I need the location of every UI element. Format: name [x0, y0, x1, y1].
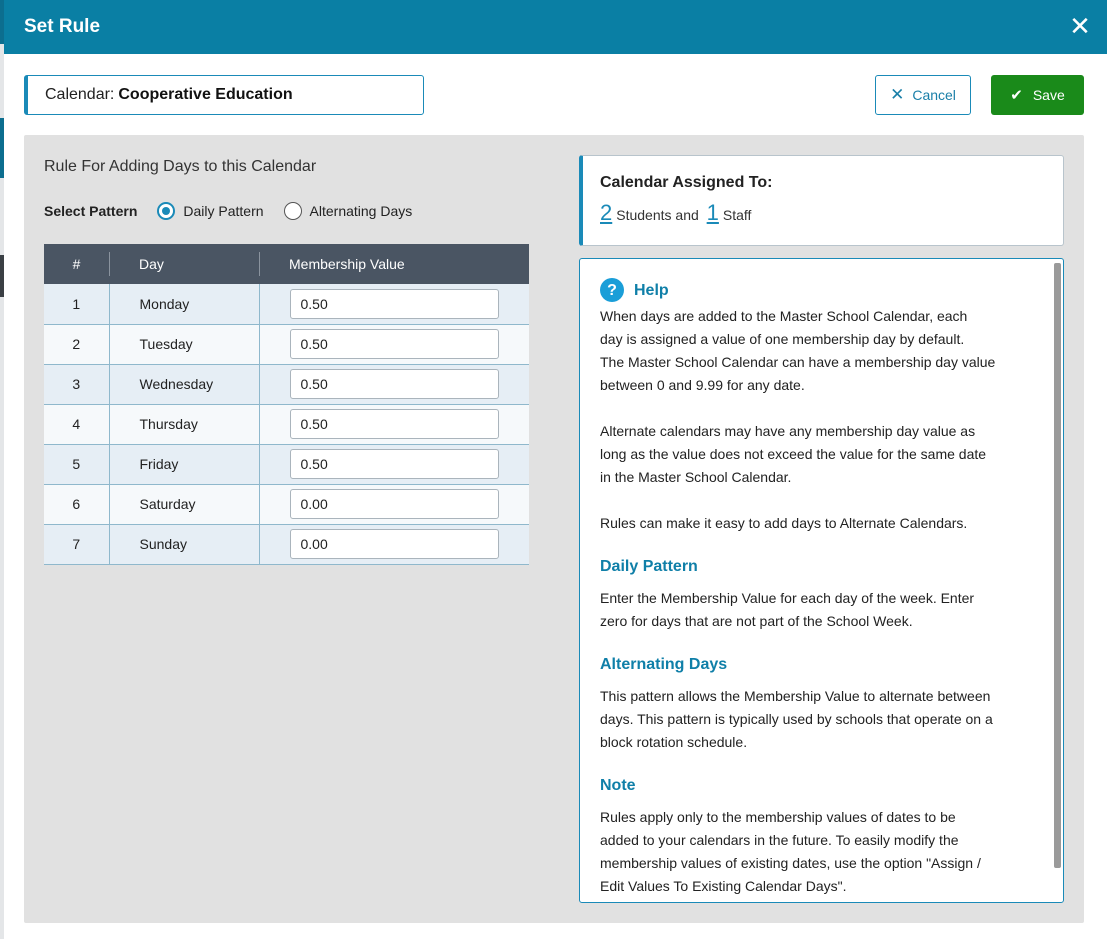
- radio-checked-icon: [157, 202, 176, 220]
- help-alternating-days-heading: Alternating Days: [600, 656, 728, 673]
- membership-value-input[interactable]: [289, 409, 499, 439]
- staff-label: Staff: [722, 207, 752, 223]
- save-button-label: Save: [1032, 87, 1065, 103]
- dialog-title: Set Rule: [24, 16, 101, 37]
- row-day: Saturday: [109, 484, 260, 525]
- help-paragraph: Alternate calendars may have any members…: [600, 423, 987, 485]
- row-value-cell: [259, 444, 529, 485]
- students-label: Students and: [616, 207, 699, 223]
- table-row: 1 Monday: [44, 284, 529, 325]
- row-value-cell: [259, 364, 529, 405]
- row-value-cell: [259, 324, 529, 365]
- close-icon[interactable]: ✕: [1067, 14, 1093, 40]
- close-icon: ✕: [890, 85, 905, 104]
- help-paragraph: When days are added to the Master School…: [600, 308, 996, 393]
- radio-unchecked-icon: [283, 202, 302, 220]
- row-day: Monday: [109, 284, 260, 325]
- row-number: 4: [44, 404, 110, 445]
- row-number: 3: [44, 364, 110, 405]
- cancel-button[interactable]: ✕ Cancel: [875, 75, 971, 115]
- select-pattern-label: Select Pattern: [44, 203, 138, 219]
- help-paragraph: Rules can make it easy to add days to Al…: [600, 515, 968, 531]
- help-paragraph: Enter the Membership Value for each day …: [600, 590, 975, 629]
- calendar-value: Cooperative Education: [118, 86, 293, 103]
- membership-value-input[interactable]: [289, 329, 499, 359]
- help-panel: ? Help When days are added to the Master…: [579, 258, 1064, 903]
- table-row: 2 Tuesday: [44, 324, 529, 365]
- staff-count-link[interactable]: 1: [707, 200, 719, 225]
- rule-content-panel: Rule For Adding Days to this Calendar Se…: [24, 135, 1084, 923]
- table-row: 6 Saturday: [44, 484, 529, 525]
- set-rule-dialog: Set Rule ✕ Calendar: Cooperative Educati…: [4, 0, 1107, 939]
- membership-value-input[interactable]: [289, 529, 499, 559]
- column-header-day: Day: [109, 244, 259, 284]
- table-row: 7 Sunday: [44, 524, 529, 565]
- help-question-icon: ?: [600, 278, 624, 302]
- row-number: 5: [44, 444, 110, 485]
- calendar-name-field: Calendar: Cooperative Education: [24, 75, 424, 115]
- calendar-label: Calendar:: [45, 86, 115, 103]
- help-paragraph: Rules apply only to the membership value…: [600, 809, 981, 894]
- help-paragraph: This pattern allows the Membership Value…: [600, 688, 993, 750]
- column-header-membership-value: Membership Value: [259, 244, 529, 284]
- row-day: Sunday: [109, 524, 260, 565]
- membership-value-input[interactable]: [289, 489, 499, 519]
- save-button[interactable]: ✔ Save: [991, 75, 1084, 115]
- help-content: ? Help When days are added to the Master…: [600, 278, 1040, 898]
- table-row: 3 Wednesday: [44, 364, 529, 405]
- help-note-heading: Note: [600, 777, 636, 794]
- membership-value-input[interactable]: [289, 288, 499, 319]
- table-header-row: # Day Membership Value: [44, 244, 529, 284]
- row-number: 6: [44, 484, 110, 525]
- row-day: Thursday: [109, 404, 260, 445]
- assigned-summary: 2 Students and 1 Staff: [600, 200, 1063, 226]
- table-row: 4 Thursday: [44, 404, 529, 445]
- row-value-cell: [259, 404, 529, 445]
- membership-value-input[interactable]: [289, 449, 499, 479]
- help-scrollbar[interactable]: [1054, 263, 1061, 868]
- students-count-link[interactable]: 2: [600, 200, 612, 225]
- row-value-cell: [259, 284, 529, 325]
- membership-table: # Day Membership Value 1 Monday 2 Tuesda…: [44, 244, 529, 565]
- pattern-selector: Select Pattern Daily Pattern Alternating…: [44, 202, 432, 220]
- row-value-cell: [259, 524, 529, 565]
- row-day: Friday: [109, 444, 260, 485]
- assigned-title: Calendar Assigned To:: [600, 174, 773, 191]
- cancel-button-label: Cancel: [912, 87, 956, 103]
- table-row: 5 Friday: [44, 444, 529, 485]
- membership-value-input[interactable]: [289, 369, 499, 399]
- dialog-header: Set Rule ✕: [4, 0, 1107, 54]
- alternating-days-radio[interactable]: Alternating Days: [283, 202, 413, 220]
- alternating-days-label: Alternating Days: [309, 203, 413, 219]
- checkmark-icon: ✔: [1010, 87, 1023, 104]
- column-header-number: #: [44, 244, 109, 284]
- row-day: Tuesday: [109, 324, 260, 365]
- help-title: Help: [634, 281, 669, 299]
- rule-section-title: Rule For Adding Days to this Calendar: [44, 158, 317, 175]
- row-number: 2: [44, 324, 110, 365]
- row-number: 7: [44, 524, 110, 565]
- row-value-cell: [259, 484, 529, 525]
- help-header: ? Help: [600, 278, 1040, 302]
- help-daily-pattern-heading: Daily Pattern: [600, 558, 698, 575]
- row-day: Wednesday: [109, 364, 260, 405]
- row-number: 1: [44, 284, 110, 325]
- daily-pattern-radio[interactable]: Daily Pattern: [157, 202, 264, 220]
- calendar-assigned-panel: Calendar Assigned To: 2 Students and 1 Sta…: [579, 155, 1064, 246]
- daily-pattern-label: Daily Pattern: [183, 203, 264, 219]
